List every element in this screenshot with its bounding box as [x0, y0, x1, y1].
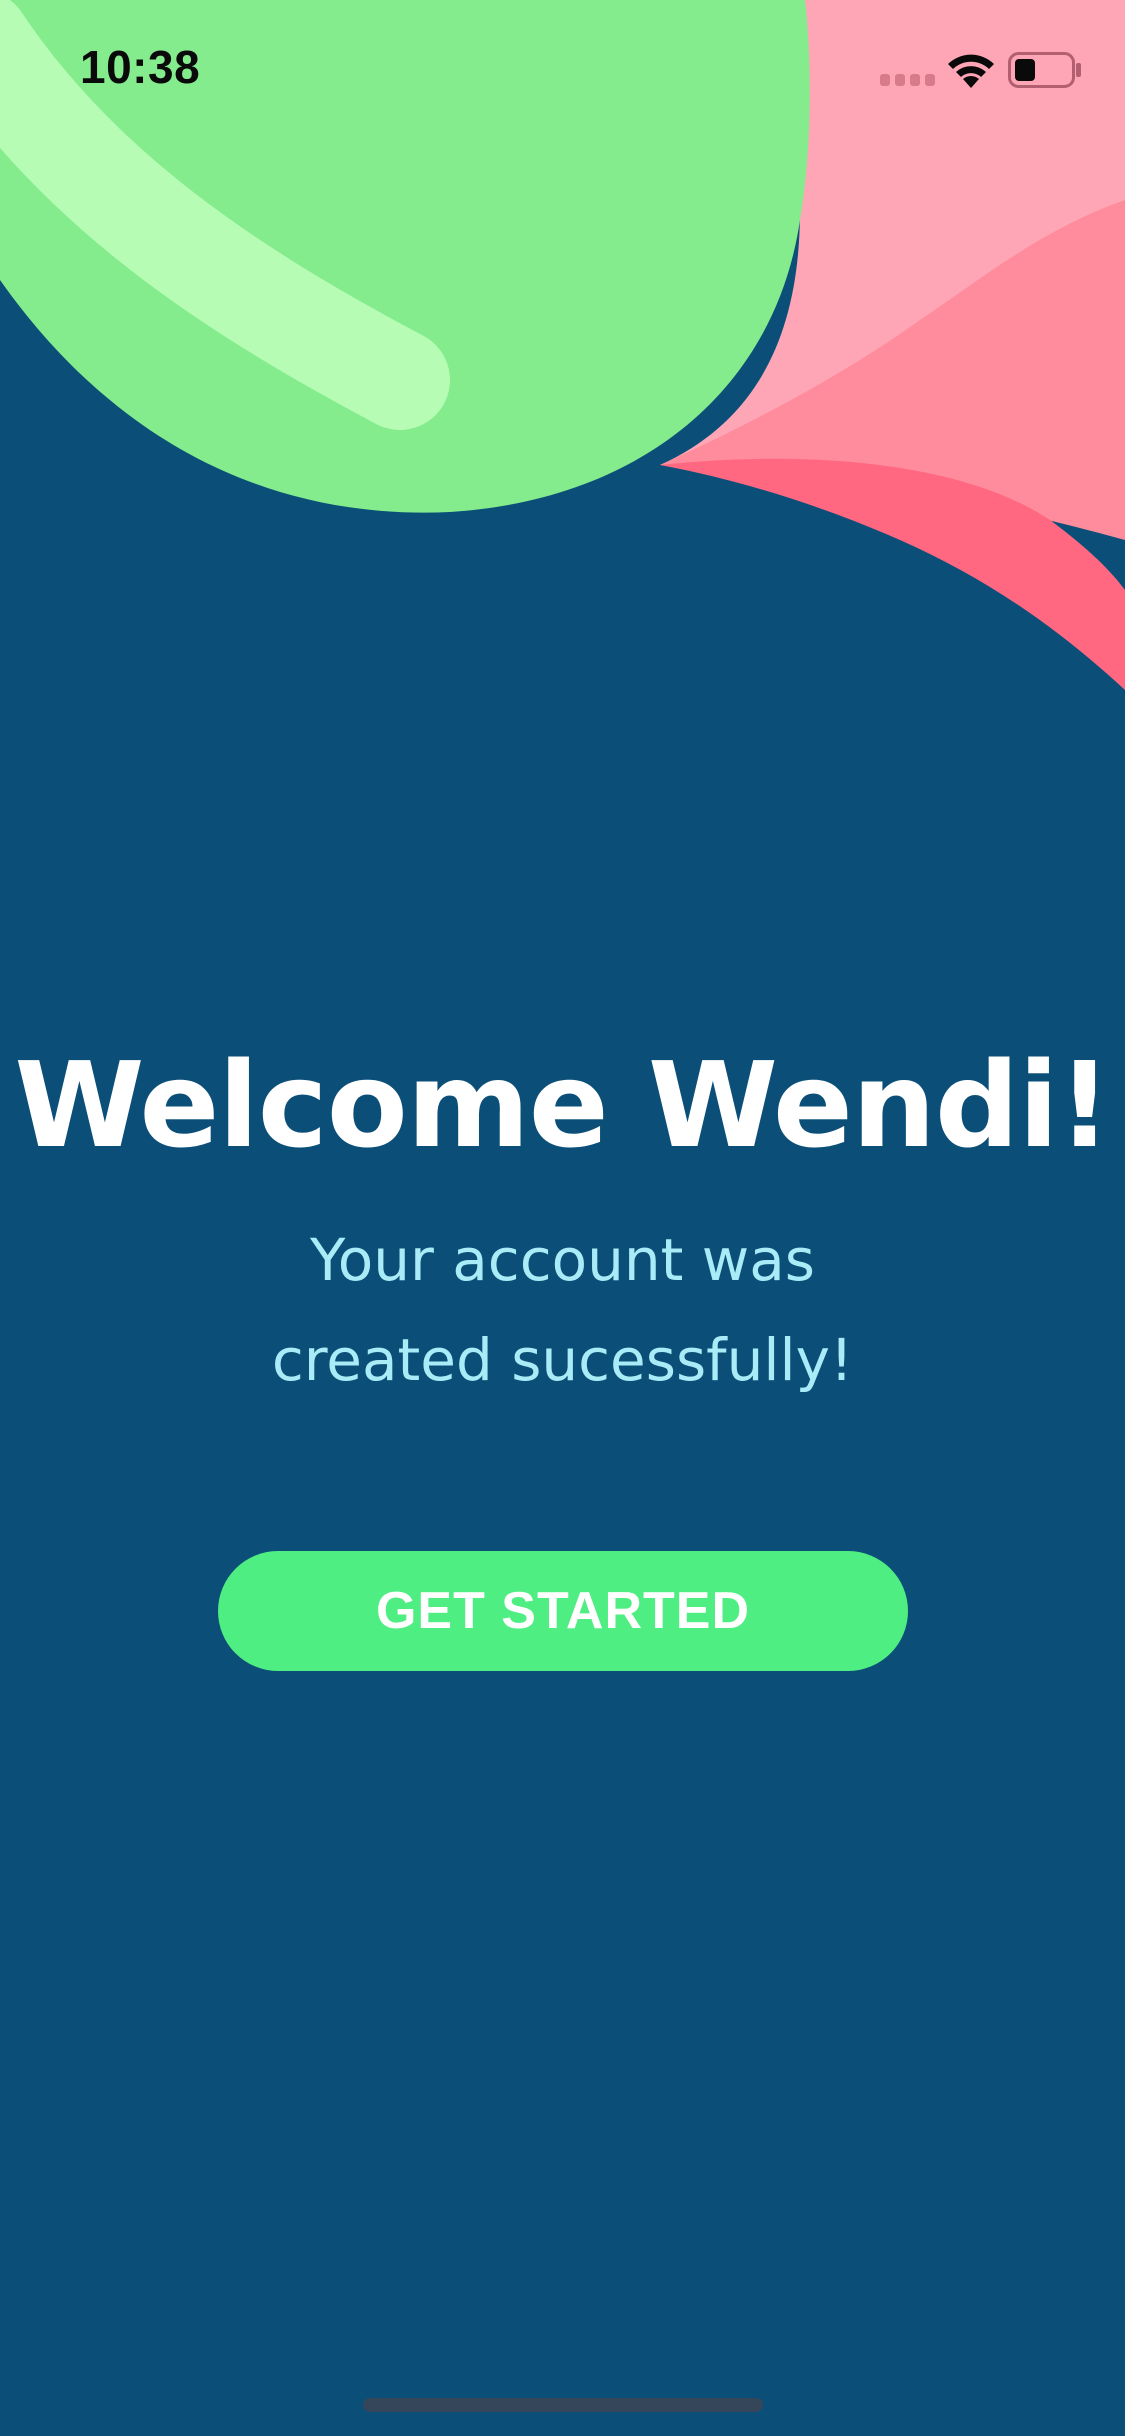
subtitle-line-2: created sucessfully! — [271, 1326, 854, 1394]
subtitle-line-1: Your account was — [310, 1226, 815, 1294]
account-created-message: Your account was created sucessfully! — [0, 1210, 1125, 1410]
get-started-button[interactable]: GET STARTED — [218, 1551, 908, 1671]
status-bar: 10:38 — [0, 0, 1125, 140]
welcome-title: Welcome Wendi! — [14, 1036, 1111, 1174]
welcome-screen: 10:38 Welcome Wendi! Your account was cr… — [0, 0, 1125, 2436]
battery-icon — [1008, 52, 1081, 88]
home-indicator[interactable] — [363, 2398, 763, 2412]
cellular-signal-icon — [880, 74, 935, 86]
status-time: 10:38 — [80, 41, 201, 93]
wifi-icon — [948, 54, 994, 88]
battery-level-fill — [1015, 59, 1035, 81]
